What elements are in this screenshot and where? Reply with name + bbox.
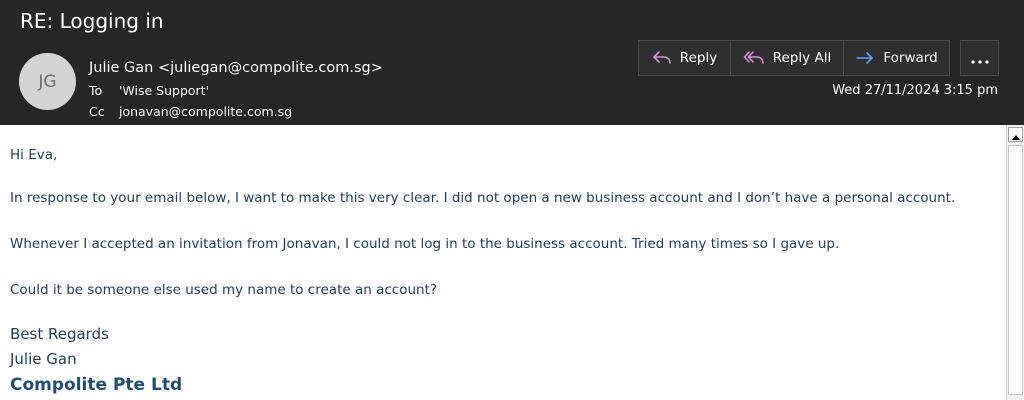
scroll-up-button[interactable] [1008, 127, 1023, 142]
reply-button[interactable]: Reply [639, 41, 731, 75]
signature-closing: Best Regards [10, 325, 109, 343]
forward-label: Forward [883, 50, 938, 66]
cc-recipient[interactable]: jonavan@compolite.com.sg [119, 104, 292, 119]
to-row: To 'Wise Support' [89, 83, 209, 98]
reply-all-icon [743, 50, 765, 66]
sent-date: Wed 27/11/2024 3:15 pm [832, 83, 998, 98]
ellipsis-icon [970, 49, 989, 68]
signature-name: Julie Gan [10, 350, 77, 368]
to-recipient[interactable]: 'Wise Support' [119, 83, 209, 98]
reply-icon [652, 50, 672, 66]
reply-all-button[interactable]: Reply All [731, 41, 844, 75]
signature-company: Compolite Pte Ltd [10, 375, 183, 395]
forward-arrow-icon [855, 50, 875, 66]
message-subject: RE: Logging in [20, 9, 164, 33]
cc-row: Cc jonavan@compolite.com.sg [89, 104, 292, 119]
body-paragraph: Whenever I accepted an invitation from J… [10, 236, 840, 252]
sender-name-address[interactable]: Julie Gan <juliegan@compolite.com.sg> [89, 60, 383, 76]
sender-avatar[interactable]: JG [19, 53, 76, 110]
forward-button[interactable]: Forward [844, 41, 949, 75]
avatar-initials: JG [38, 71, 57, 92]
cc-label: Cc [89, 104, 105, 119]
scroll-up-arrow-icon [1011, 125, 1020, 144]
vertical-scrollbar[interactable] [1006, 125, 1024, 400]
reply-label: Reply [679, 50, 718, 66]
body-paragraph: In response to your email below, I want … [10, 190, 956, 206]
body-paragraph: Could it be someone else used my name to… [10, 282, 438, 298]
more-actions-button[interactable] [960, 40, 999, 76]
message-body: Hi Eva, In response to your email below,… [0, 125, 1006, 400]
scroll-thumb[interactable] [1008, 145, 1023, 395]
reply-all-label: Reply All [772, 50, 832, 66]
to-label: To [89, 83, 103, 98]
greeting: Hi Eva, [10, 147, 58, 163]
reply-actions-group: Reply Reply All Forward [638, 40, 950, 76]
message-header: RE: Logging in JG Julie Gan <juliegan@co… [0, 0, 1024, 125]
